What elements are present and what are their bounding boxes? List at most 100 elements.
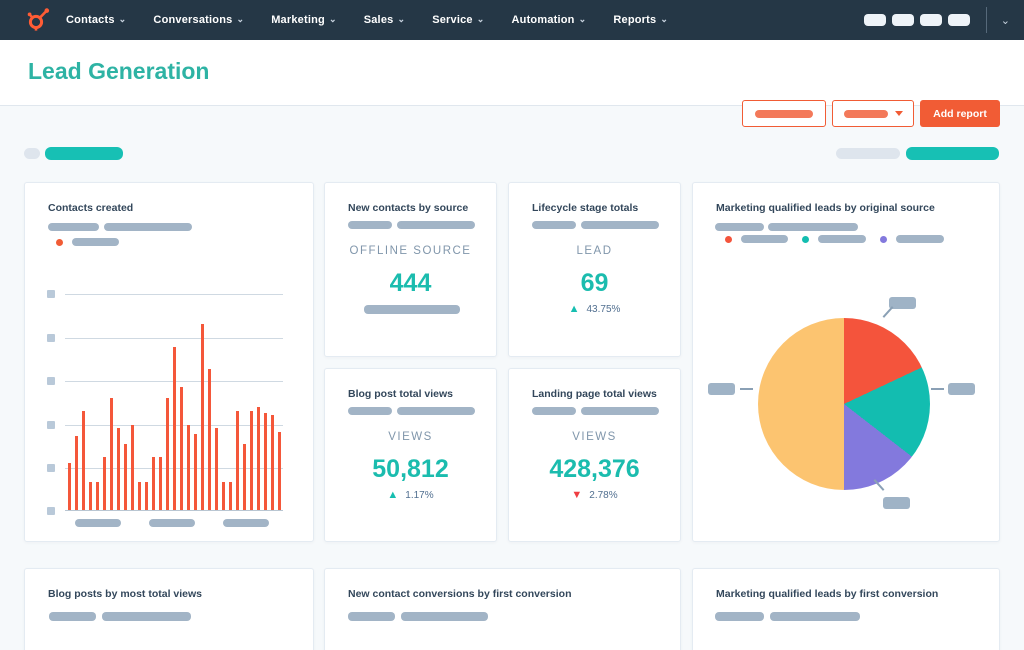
y-tick-placeholder <box>47 334 55 342</box>
chevron-down-icon: ⌄ <box>118 13 127 24</box>
subtitle-placeholder <box>532 407 576 415</box>
nav-icon-placeholder-4[interactable] <box>947 14 970 26</box>
nav-icon-placeholder-1[interactable] <box>863 14 886 26</box>
bar-legend <box>56 238 119 246</box>
x-label-placeholder <box>75 519 121 527</box>
chevron-down-icon: ⌄ <box>236 13 245 24</box>
nav-item-reports[interactable]: Reports ⌄ <box>613 13 669 27</box>
bar <box>138 481 141 510</box>
subtitle-placeholder <box>715 612 764 621</box>
y-tick-placeholder <box>47 377 55 385</box>
delta-value: 1.17% <box>405 490 434 501</box>
button-label-placeholder <box>843 109 888 118</box>
y-tick-placeholder <box>47 290 55 298</box>
metric-label: LEAD <box>576 245 613 257</box>
pie-chart <box>758 318 930 490</box>
bar <box>243 443 246 510</box>
stat-card-blog-post-total-views: Blog post total views VIEWS 50,812 ▲ 1.1… <box>324 368 497 542</box>
nav-item-automation[interactable]: Automation ⌄ <box>512 13 587 27</box>
bar <box>96 481 99 510</box>
subtitle-placeholder <box>581 221 659 229</box>
card-title: Marketing qualified leads by first conve… <box>716 588 939 600</box>
bar <box>236 411 239 510</box>
gridline <box>65 294 283 295</box>
bar <box>229 481 232 510</box>
delta-value: 43.75% <box>586 304 621 315</box>
bar <box>159 456 162 510</box>
subtitle-placeholder <box>102 612 191 621</box>
trend-icon: ▲ <box>387 489 399 501</box>
chevron-down-icon: ⌄ <box>476 13 485 24</box>
nav-icon-placeholder-2[interactable] <box>891 14 914 26</box>
bar <box>215 428 218 510</box>
card-title: New contacts by source <box>348 202 469 214</box>
nav-icon-placeholder-3[interactable] <box>919 14 942 26</box>
legend-dot-icon <box>56 238 63 246</box>
nav-menu: Contacts ⌄ Conversations ⌄ Marketing ⌄ Sales ⌄ S… <box>66 13 669 27</box>
chevron-down-icon: ⌄ <box>578 13 587 24</box>
trend-delta: ▲ 1.17% <box>325 489 496 502</box>
subtitle-placeholder <box>401 612 488 621</box>
metric-label: VIEWS <box>388 431 433 443</box>
stat-card-landing-page-total-views: Landing page total views VIEWS 428,376 ▼… <box>508 368 681 542</box>
metric-label: OFFLINE SOURCE <box>349 245 472 257</box>
subtitle-placeholder <box>348 407 392 415</box>
bar <box>222 481 225 510</box>
hubspot-sprocket-icon[interactable] <box>26 7 52 33</box>
account-chevron-down-icon[interactable]: ⌄ <box>1001 14 1010 27</box>
bar <box>180 386 183 510</box>
nav-item-contacts[interactable]: Contacts ⌄ <box>66 13 127 27</box>
nav-divider <box>985 7 987 33</box>
contacts-created-card: Contacts created <box>24 182 314 542</box>
trend-delta: ▲ 43.75% <box>509 304 680 316</box>
add-report-button[interactable]: Add report <box>920 100 1000 127</box>
bar <box>194 434 197 510</box>
card-title: Landing page total views <box>532 388 657 400</box>
y-tick-placeholder <box>47 464 55 472</box>
header-dropdown-button[interactable] <box>832 100 914 127</box>
nav-item-conversations[interactable]: Conversations ⌄ <box>153 13 245 27</box>
legend-label-placeholder <box>72 238 119 246</box>
subtitle-placeholder <box>770 612 860 621</box>
filter-pill-teal-right[interactable] <box>906 147 999 160</box>
pie-callout-placeholder <box>948 383 975 395</box>
filter-pill-gray-right[interactable] <box>836 148 900 159</box>
header-action-button-1[interactable] <box>742 100 826 127</box>
filter-pill-gray-left[interactable] <box>24 148 40 159</box>
subtitle-placeholder <box>397 407 475 415</box>
bar <box>103 456 106 510</box>
card-title: Blog post total views <box>348 388 454 400</box>
card-title: New contact conversions by first convers… <box>348 588 572 600</box>
nav-item-sales[interactable]: Sales ⌄ <box>364 14 406 27</box>
legend-label-placeholder <box>818 235 866 243</box>
pie-callout-placeholder <box>708 383 735 395</box>
card-title: Lifecycle stage totals <box>532 202 639 214</box>
subtitle-placeholder <box>715 223 764 231</box>
top-nav: Contacts ⌄ Conversations ⌄ Marketing ⌄ Sales ⌄ S… <box>0 0 1024 40</box>
bar <box>264 413 267 510</box>
nav-item-marketing[interactable]: Marketing ⌄ <box>271 14 337 27</box>
card-title: Blog posts by most total views <box>48 588 203 600</box>
nav-right-actions: ⌄ <box>863 0 1024 40</box>
pie-callout-line <box>882 306 894 318</box>
subtitle-placeholder <box>768 223 858 231</box>
pie-card-mql-by-original-source: Marketing qualified leads by original so… <box>692 182 1000 542</box>
bar <box>201 323 204 510</box>
filter-pill-teal-left[interactable] <box>45 147 123 160</box>
metric-value: 444 <box>389 269 432 297</box>
bottom-card-new-contact-conversions: New contact conversions by first convers… <box>324 568 681 650</box>
y-tick-placeholder <box>47 507 55 515</box>
metric-value: 69 <box>580 269 609 297</box>
subtitle-placeholder <box>348 612 395 621</box>
legend-dot-icon <box>802 235 809 243</box>
bar <box>208 369 211 510</box>
legend-label-placeholder <box>896 235 944 243</box>
bar <box>89 481 92 510</box>
legend-dot-icon <box>880 235 887 243</box>
bar <box>166 397 169 510</box>
footer-placeholder <box>364 305 460 314</box>
stat-card-lifecycle-stage-totals: Lifecycle stage totals LEAD 69 ▲ 43.75% <box>508 182 681 357</box>
nav-item-service[interactable]: Service ⌄ <box>432 13 485 27</box>
chevron-down-icon: ⌄ <box>660 13 669 24</box>
subtitle-placeholder <box>532 221 576 229</box>
